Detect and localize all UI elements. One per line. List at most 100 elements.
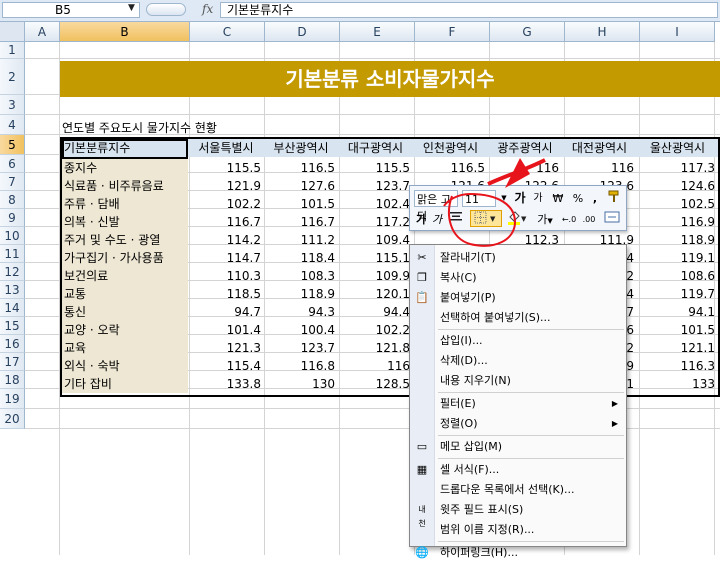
table-cell[interactable]: 118.4 [264, 249, 338, 267]
table-cell[interactable]: 102.5 [637, 195, 718, 213]
table-cell[interactable]: 교육 [62, 339, 188, 357]
font-name-select[interactable]: 맑은 고딕 [414, 190, 458, 223]
comma-style-button[interactable]: , [588, 190, 602, 207]
row-header-10[interactable]: 10 [0, 227, 25, 245]
menu-item-3[interactable]: 📋 붙여넣기(P) [410, 288, 626, 308]
table-cell[interactable]: 121.8 [338, 339, 413, 357]
table-cell[interactable]: 118.9 [264, 285, 338, 303]
table-cell[interactable]: 121.9 [188, 177, 264, 195]
column-header-f[interactable]: F [415, 22, 490, 42]
font-color-button[interactable]: 가▼ [534, 211, 556, 228]
table-cell[interactable]: 108.6 [637, 267, 718, 285]
menu-item-14[interactable]: 범위 이름 지정(R)... [410, 520, 626, 540]
table-cell[interactable]: 115.1 [338, 249, 413, 267]
table-cell[interactable]: 127.6 [264, 177, 338, 195]
insert-function-icon[interactable]: fx [202, 2, 213, 16]
menu-item-1[interactable]: ✂ 잘라내기(T) [410, 248, 626, 268]
table-cell[interactable]: 124.6 [637, 177, 718, 195]
column-header-g[interactable]: G [490, 22, 565, 42]
table-cell[interactable]: 108.3 [264, 267, 338, 285]
table-cell[interactable]: 109.4 [338, 231, 413, 249]
currency-button[interactable]: ₩ [550, 190, 566, 207]
table-cell[interactable]: 116.3 [637, 357, 718, 375]
name-box[interactable]: B5 [2, 2, 140, 18]
row-header-5[interactable]: 5 [0, 135, 25, 155]
fill-color-icon[interactable]: ▼ [506, 211, 530, 228]
shrink-font-button[interactable]: 가 [530, 190, 546, 207]
table-cell[interactable]: 115.5 [338, 159, 413, 177]
table-cell[interactable]: 118.9 [637, 231, 718, 249]
column-header-e[interactable]: E [340, 22, 415, 42]
table-cell[interactable]: 교양 · 오락 [62, 321, 188, 339]
table-cell[interactable]: 116.5 [413, 159, 488, 177]
row-header-18[interactable]: 18 [0, 371, 25, 389]
decrease-decimal-icon[interactable]: .00 [580, 211, 598, 228]
menu-item-6[interactable]: 삭제(D)... [410, 351, 626, 371]
table-cell[interactable]: 114.2 [188, 231, 264, 249]
table-cell[interactable]: 100.4 [264, 321, 338, 339]
column-header-d[interactable]: D [265, 22, 340, 42]
table-header-cell[interactable]: 인천광역시 [413, 139, 488, 157]
table-cell[interactable]: 119.1 [637, 249, 718, 267]
row-header-14[interactable]: 14 [0, 299, 25, 317]
row-header-1[interactable]: 1 [0, 42, 25, 59]
column-header-a[interactable]: A [25, 22, 60, 42]
chevron-down-icon[interactable]: ▼ [498, 190, 510, 207]
bold-button[interactable]: 가 [414, 211, 428, 228]
table-cell[interactable]: 121.3 [188, 339, 264, 357]
italic-button[interactable]: 가 [430, 211, 444, 228]
table-cell[interactable]: 117.3 [637, 159, 718, 177]
table-cell[interactable]: 118.5 [188, 285, 264, 303]
table-cell[interactable]: 123.7 [264, 339, 338, 357]
row-header-7[interactable]: 7 [0, 173, 25, 191]
row-header-19[interactable]: 19 [0, 389, 25, 409]
table-cell[interactable]: 102.2 [188, 195, 264, 213]
table-cell[interactable]: 102.4 [338, 195, 413, 213]
percent-button[interactable]: % [570, 190, 586, 207]
row-header-13[interactable]: 13 [0, 281, 25, 299]
table-cell[interactable]: 116.7 [264, 213, 338, 231]
row-header-8[interactable]: 8 [0, 191, 25, 209]
menu-item-13[interactable]: 내천 윗주 필드 표시(S) [410, 500, 626, 528]
row-header-9[interactable]: 9 [0, 209, 25, 227]
center-align-icon[interactable] [448, 211, 464, 228]
formula-bar-resize-handle[interactable] [146, 3, 186, 16]
menu-item-4[interactable]: 선택하여 붙여넣기(S)... [410, 308, 626, 328]
table-cell[interactable]: 교통 [62, 285, 188, 303]
table-cell[interactable]: 116.5 [264, 159, 338, 177]
chevron-down-icon[interactable]: ▼ [128, 3, 135, 13]
menu-item-10[interactable]: ▭ 메모 삽입(M) [410, 437, 626, 457]
table-cell[interactable]: 102.2 [338, 321, 413, 339]
table-cell[interactable]: 94.4 [338, 303, 413, 321]
table-cell[interactable]: 116.7 [188, 213, 264, 231]
column-header-h[interactable]: H [565, 22, 640, 42]
merge-center-icon[interactable] [602, 211, 622, 228]
table-cell[interactable]: 식료품 · 비주류음료 [62, 177, 188, 195]
table-cell[interactable]: 116 [562, 159, 637, 177]
menu-item-7[interactable]: 내용 지우기(N) [410, 371, 626, 391]
row-header-15[interactable]: 15 [0, 317, 25, 335]
grow-font-button[interactable]: 가 [512, 190, 528, 207]
table-cell[interactable]: 101.4 [188, 321, 264, 339]
table-cell[interactable]: 94.7 [188, 303, 264, 321]
table-cell[interactable]: 109.9 [338, 267, 413, 285]
table-cell[interactable]: 133 [637, 375, 718, 393]
table-header-cell[interactable]: 대구광역시 [338, 139, 413, 157]
menu-item-15[interactable]: 🌐 하이퍼링크(H)... [410, 543, 626, 563]
table-header-cell[interactable]: 서울특별시 [188, 139, 264, 157]
column-header-c[interactable]: C [190, 22, 265, 42]
table-cell[interactable]: 주류 · 담배 [62, 195, 188, 213]
table-header-cell[interactable]: 울산광역시 [637, 139, 718, 157]
borders-icon[interactable]: ▼ [470, 210, 502, 227]
menu-item-5[interactable]: 삽입(I)... [410, 331, 626, 351]
table-cell[interactable]: 종지수 [62, 159, 188, 177]
row-header-2[interactable]: 2 [0, 59, 25, 95]
column-header-i[interactable]: I [640, 22, 715, 42]
table-cell[interactable]: 116 [338, 357, 413, 375]
table-cell[interactable]: 119.7 [637, 285, 718, 303]
row-header-16[interactable]: 16 [0, 335, 25, 353]
table-cell[interactable]: 110.3 [188, 267, 264, 285]
formula-input[interactable]: 기본분류지수 [220, 2, 718, 18]
active-cell-b5[interactable] [62, 139, 188, 159]
increase-decimal-icon[interactable]: ←.0 [560, 211, 578, 228]
